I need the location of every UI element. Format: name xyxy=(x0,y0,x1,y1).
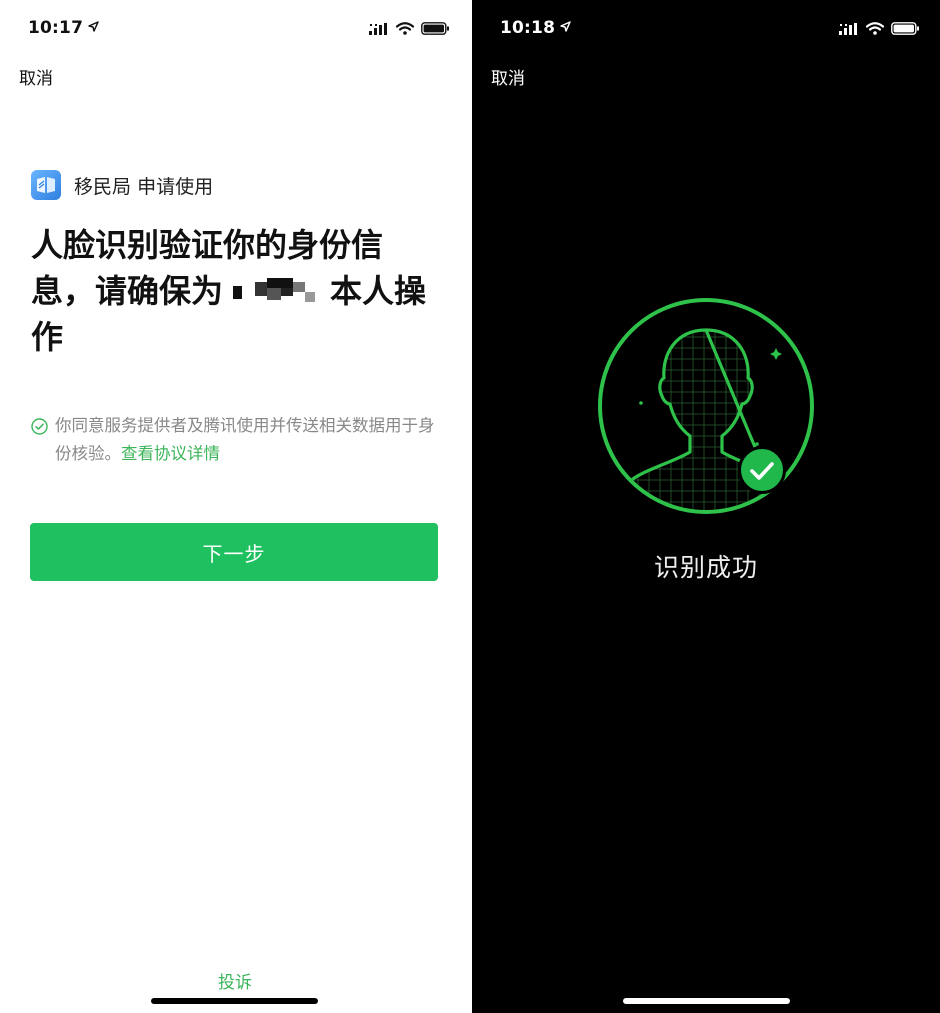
app-name: 移民局 xyxy=(74,175,132,198)
next-step-button[interactable]: 下一步 xyxy=(30,523,438,581)
home-indicator[interactable] xyxy=(151,998,318,1004)
agreement-link[interactable]: 查看协议详情 xyxy=(121,444,220,463)
home-indicator[interactable] xyxy=(623,998,790,1004)
status-icons xyxy=(369,20,450,39)
battery-icon xyxy=(421,20,450,39)
signal-icon xyxy=(369,20,389,39)
face-verify-success-screen: 10:18 取消 识别成功 xyxy=(472,0,940,1013)
consent-notice: 你同意服务提供者及腾讯使用并传送相关数据用于身份核验。查看协议详情 xyxy=(31,412,441,468)
app-logo xyxy=(31,170,61,200)
status-bar: 10:17 xyxy=(0,14,470,42)
battery-icon xyxy=(891,20,920,39)
cancel-button[interactable]: 取消 xyxy=(19,64,53,89)
location-arrow-icon xyxy=(560,17,571,37)
success-check-icon xyxy=(738,446,786,494)
status-time: 10:18 xyxy=(500,17,571,38)
status-time: 10:17 xyxy=(28,17,99,38)
requesting-app: 移民局 申请使用 xyxy=(31,170,213,200)
page-title: 人脸识别验证你的身份信息，请确保为 本人操作 xyxy=(31,222,431,360)
face-verify-request-screen: 10:17 取消 移民局 申请使用 人脸识别验证你的身份信息，请确保为 本人操作 … xyxy=(0,0,470,1013)
masked-name xyxy=(233,278,318,306)
status-icons xyxy=(839,20,920,39)
face-scan-icon xyxy=(596,296,816,520)
location-arrow-icon xyxy=(88,17,99,37)
app-action: 申请使用 xyxy=(137,175,214,198)
app-title: 移民局 申请使用 xyxy=(74,172,213,199)
complaint-link[interactable]: 投诉 xyxy=(0,968,470,993)
cancel-button[interactable]: 取消 xyxy=(491,64,525,89)
wifi-icon xyxy=(865,20,885,39)
status-bar: 10:18 xyxy=(472,14,940,42)
checkmark-circle-icon[interactable] xyxy=(31,416,48,444)
success-message: 识别成功 xyxy=(653,553,758,582)
wifi-icon xyxy=(395,20,415,39)
consent-text: 你同意服务提供者及腾讯使用并传送相关数据用于身份核验。 xyxy=(55,416,435,463)
signal-icon xyxy=(839,20,859,39)
